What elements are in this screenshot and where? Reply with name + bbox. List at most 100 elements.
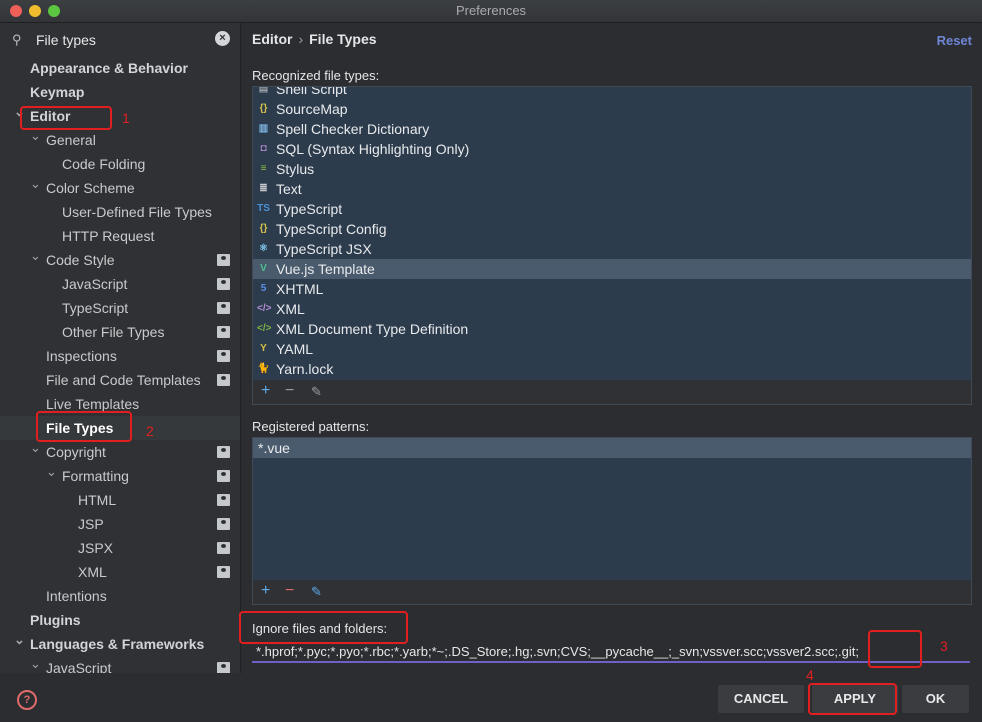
ignore-files-input[interactable]: *.hprof;*.pyc;*.pyo;*.rbc;*.yarb;*~;.DS_…: [252, 641, 970, 663]
tree-item-label: Inspections: [46, 348, 117, 364]
remove-pattern-icon[interactable]: −: [285, 582, 294, 600]
annotation-number: 2: [146, 423, 154, 439]
file-type-row[interactable]: 🐈 Yarn.lock: [253, 359, 971, 379]
tree-item[interactable]: JSPX: [0, 536, 240, 560]
minimize-window-button[interactable]: [29, 5, 41, 17]
expand-arrow-icon[interactable]: ⌄: [14, 628, 25, 652]
project-scope-icon: [217, 542, 230, 554]
tree-item[interactable]: User-Defined File Types: [0, 200, 240, 224]
sql-icon: ◘: [260, 143, 267, 154]
vue-icon: V: [260, 263, 267, 274]
annotation-number: 1: [122, 110, 130, 126]
annotation-box-editor: [20, 106, 112, 130]
breadcrumb: Editor › File Types: [252, 31, 377, 47]
file-type-row[interactable]: </> XML: [253, 299, 971, 319]
clear-search-icon[interactable]: ×: [215, 31, 230, 46]
tree-item[interactable]: Inspections: [0, 344, 240, 368]
tree-item-label: HTTP Request: [62, 228, 155, 244]
file-type-label: TypeScript JSX: [276, 241, 372, 257]
project-scope-icon: [217, 374, 230, 386]
reset-link[interactable]: Reset: [937, 33, 972, 48]
file-type-label: TypeScript: [276, 201, 343, 217]
file-type-row[interactable]: ▤ Shell Script: [253, 87, 971, 99]
tree-item[interactable]: Plugins: [0, 608, 240, 632]
file-type-label: YAML: [276, 341, 314, 357]
file-type-label: Text: [276, 181, 302, 197]
tree-item[interactable]: XML: [0, 560, 240, 584]
project-scope-icon: [217, 278, 230, 290]
typescript-icon: TS: [257, 203, 270, 214]
file-type-row[interactable]: V Vue.js Template: [253, 259, 971, 279]
tree-item-label: User-Defined File Types: [62, 204, 212, 220]
tree-item[interactable]: ⌄ Code Style: [0, 248, 240, 272]
search-input[interactable]: [34, 29, 208, 51]
file-type-label: Yarn.lock: [276, 361, 334, 377]
tree-item[interactable]: Keymap: [0, 80, 240, 104]
expand-arrow-icon[interactable]: ⌄: [30, 172, 41, 196]
annotation-number: 4: [806, 667, 814, 683]
file-type-row[interactable]: {} TypeScript Config: [253, 219, 971, 239]
file-type-row[interactable]: Y YAML: [253, 339, 971, 359]
project-scope-icon: [217, 254, 230, 266]
cancel-button[interactable]: CANCEL: [718, 685, 804, 713]
file-types-toolbar: + − ✎: [252, 380, 972, 405]
tree-item-label: File and Code Templates: [46, 372, 201, 388]
project-scope-icon: [217, 494, 230, 506]
tree-item[interactable]: ⌄ JavaScript: [0, 656, 240, 673]
add-pattern-icon[interactable]: +: [261, 582, 270, 600]
file-type-label: Vue.js Template: [276, 261, 375, 277]
recognized-file-types-list[interactable]: ▤ Shell Script {} SourceMap ▥ Spell Checker D…: [252, 86, 972, 382]
settings-search: ⚲ ×: [6, 27, 236, 53]
project-scope-icon: [217, 566, 230, 578]
file-type-row[interactable]: 5 XHTML: [253, 279, 971, 299]
tree-item[interactable]: JSP: [0, 512, 240, 536]
file-type-row[interactable]: ≡ Stylus: [253, 159, 971, 179]
breadcrumb-parent: Editor: [252, 31, 293, 47]
file-type-row[interactable]: ▥ Spell Checker Dictionary: [253, 119, 971, 139]
file-type-row[interactable]: {} SourceMap: [253, 99, 971, 119]
add-icon[interactable]: +: [261, 382, 270, 400]
pattern-row[interactable]: *.vue: [253, 438, 971, 458]
tree-item[interactable]: Other File Types: [0, 320, 240, 344]
help-icon[interactable]: ?: [17, 690, 37, 710]
expand-arrow-icon[interactable]: ⌄: [30, 244, 41, 268]
file-type-label: SourceMap: [276, 101, 348, 117]
file-type-row[interactable]: ≣ Text: [253, 179, 971, 199]
tree-item[interactable]: ⌄ Copyright: [0, 440, 240, 464]
edit-icon[interactable]: ✎: [311, 384, 322, 400]
remove-icon[interactable]: −: [285, 382, 294, 400]
ok-button[interactable]: OK: [902, 685, 969, 713]
maximize-window-button[interactable]: [48, 5, 60, 17]
json-icon: {}: [259, 103, 268, 114]
expand-arrow-icon[interactable]: ⌄: [46, 460, 57, 484]
tree-item[interactable]: ⌄ Formatting: [0, 464, 240, 488]
registered-patterns-list[interactable]: *.vue: [252, 437, 972, 581]
tree-item[interactable]: TypeScript: [0, 296, 240, 320]
project-scope-icon: [217, 326, 230, 338]
close-window-button[interactable]: [10, 5, 22, 17]
html5-icon: 5: [260, 283, 267, 294]
tree-item[interactable]: Intentions: [0, 584, 240, 608]
tree-item[interactable]: Appearance & Behavior: [0, 56, 240, 80]
file-type-row[interactable]: ⚛ TypeScript JSX: [253, 239, 971, 259]
yarn-icon: 🐈: [257, 363, 270, 374]
project-scope-icon: [217, 446, 230, 458]
tree-item-label: HTML: [78, 492, 117, 508]
file-type-row[interactable]: ◘ SQL (Syntax Highlighting Only): [253, 139, 971, 159]
tree-item[interactable]: File and Code Templates: [0, 368, 240, 392]
edit-pattern-icon[interactable]: ✎: [311, 584, 322, 600]
tree-item[interactable]: ⌄ General: [0, 128, 240, 152]
tree-item[interactable]: ⌄ Color Scheme: [0, 176, 240, 200]
tree-item[interactable]: JavaScript: [0, 272, 240, 296]
tree-item-label: JavaScript: [62, 276, 128, 292]
file-type-row[interactable]: TS TypeScript: [253, 199, 971, 219]
dtd-icon: </>: [257, 323, 272, 334]
tree-item-label: XML: [78, 564, 107, 580]
annotation-box-file-types: [36, 411, 132, 442]
tree-item-label: Code Folding: [62, 156, 146, 172]
file-type-row[interactable]: </> XML Document Type Definition: [253, 319, 971, 339]
tree-item[interactable]: HTML: [0, 488, 240, 512]
tree-item-label: Other File Types: [62, 324, 165, 340]
breadcrumb-separator: ›: [298, 31, 304, 47]
expand-arrow-icon[interactable]: ⌄: [30, 652, 41, 673]
